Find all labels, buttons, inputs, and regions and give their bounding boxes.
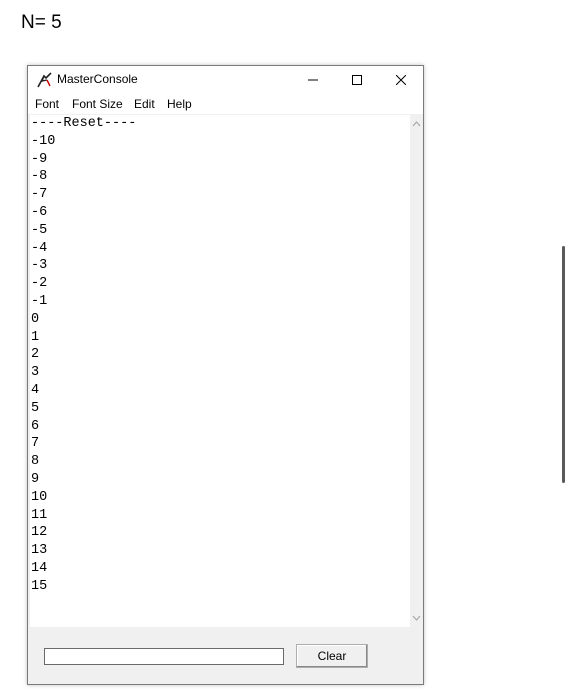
window-title: MasterConsole <box>57 72 138 86</box>
menu-help[interactable]: Help <box>167 97 192 111</box>
console-line: -4 <box>31 240 48 256</box>
console-line: 1 <box>31 329 40 345</box>
console-output[interactable]: ----Reset---- -10 -9 -8 -7 -6 -5 -4 -3 -2 -1 0 1 2 3 4 5… <box>30 115 410 627</box>
console-line: -9 <box>31 151 48 167</box>
console-line: ----Reset---- <box>31 116 137 131</box>
console-line: 13 <box>31 543 48 559</box>
command-input[interactable] <box>44 648 284 665</box>
console-line: 14 <box>31 560 48 576</box>
console-line: -10 <box>31 133 56 149</box>
maximize-icon <box>352 75 362 85</box>
console-line: 9 <box>31 471 40 487</box>
close-icon <box>396 75 406 85</box>
console-line: 2 <box>31 347 40 363</box>
console-line: 12 <box>31 525 48 541</box>
console-line: -1 <box>31 293 48 309</box>
maximize-button[interactable] <box>335 66 379 94</box>
menu-font[interactable]: Font <box>35 97 59 111</box>
clear-button[interactable]: Clear <box>296 644 368 668</box>
minimize-button[interactable] <box>291 66 335 94</box>
console-line: 5 <box>31 400 40 416</box>
console-line: 4 <box>31 382 40 398</box>
console-line: -7 <box>31 187 48 203</box>
close-button[interactable] <box>379 66 423 94</box>
console-line: -8 <box>31 169 48 185</box>
console-line: 0 <box>31 311 40 327</box>
console-line: 7 <box>31 436 40 452</box>
scroll-up-icon[interactable] <box>412 121 421 127</box>
input-panel: Clear <box>28 627 423 684</box>
console-line: -3 <box>31 258 48 274</box>
console-line: 10 <box>31 489 48 505</box>
scroll-down-icon[interactable] <box>412 615 421 621</box>
title-bar[interactable]: MasterConsole <box>28 66 423 94</box>
console-line: 15 <box>31 578 48 594</box>
console-line: -5 <box>31 222 48 238</box>
minimize-icon <box>308 79 318 81</box>
menu-font-size[interactable]: Font Size <box>72 97 123 111</box>
console-line: 6 <box>31 418 40 434</box>
n-value-label: N= 5 <box>21 12 62 33</box>
console-line: 8 <box>31 454 40 470</box>
console-line: 3 <box>31 365 40 381</box>
master-console-window: MasterConsole Font Font Size Edit Help -… <box>27 65 424 685</box>
menu-edit[interactable]: Edit <box>134 97 155 111</box>
menu-bar: Font Font Size Edit Help <box>28 94 423 114</box>
console-scrollbar[interactable] <box>410 115 423 627</box>
console-line: -6 <box>31 204 48 220</box>
app-icon <box>37 72 52 88</box>
console-line: -2 <box>31 276 48 292</box>
page-scrollbar-thumb[interactable] <box>562 246 565 483</box>
console-line: 11 <box>31 507 48 523</box>
